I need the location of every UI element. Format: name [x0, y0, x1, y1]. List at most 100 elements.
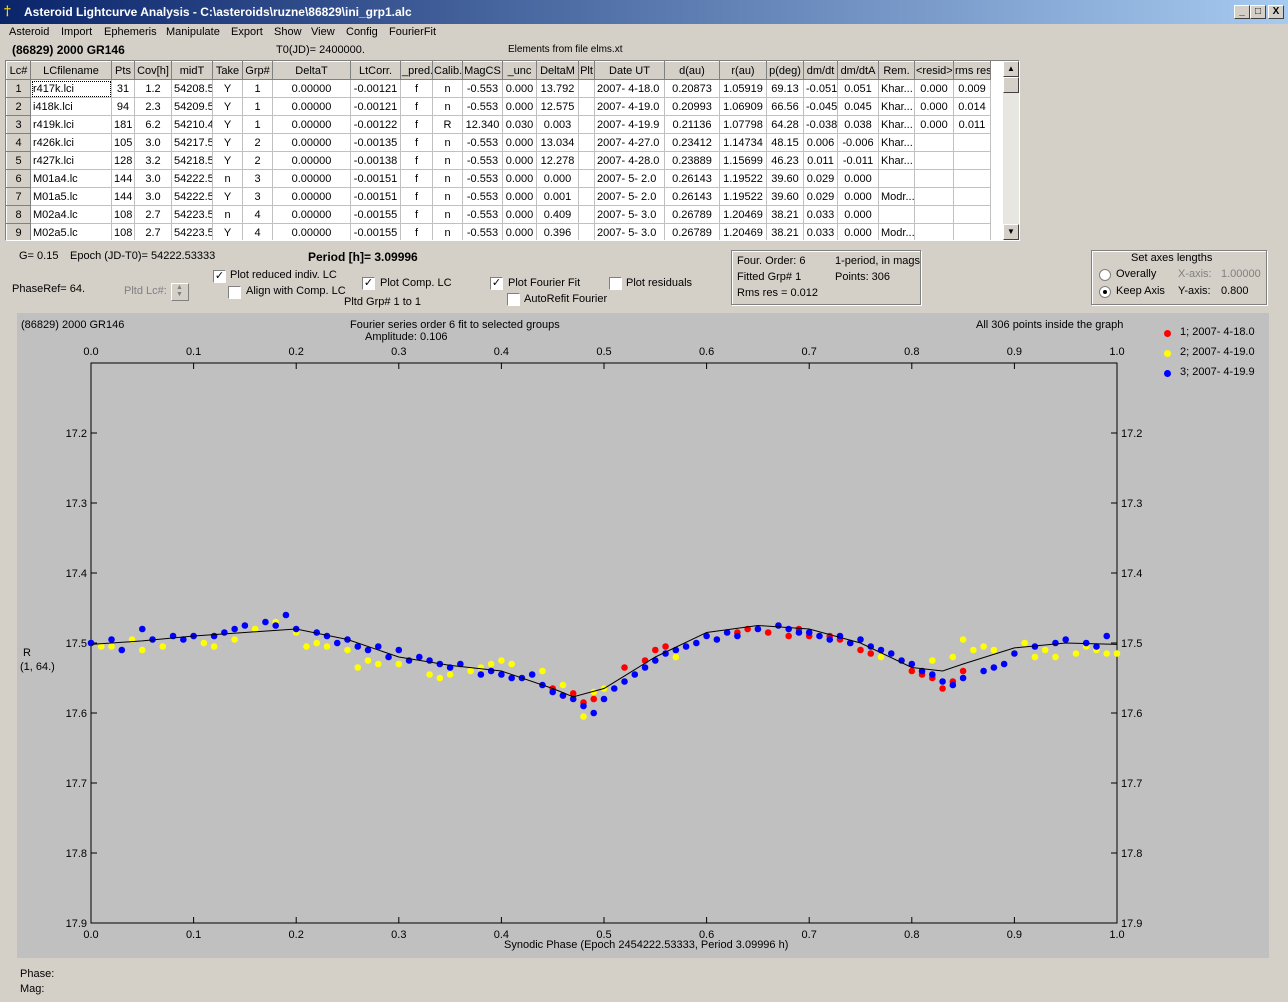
table-cell: 54222.5	[171, 187, 213, 206]
table-cell: 3.0	[134, 133, 172, 152]
plot-reduced-label: Plot reduced indiv. LC	[230, 269, 337, 281]
table-cell	[914, 205, 954, 224]
column-header[interactable]: Pts	[111, 61, 135, 80]
row-number[interactable]: 7	[6, 187, 31, 206]
overally-radio[interactable]	[1099, 269, 1111, 281]
table-row[interactable]: 7 M01a5.lc 144 3.0 54222.5 Y 3 0.00000 -0.00151 f…	[6, 187, 991, 206]
table-cell: 2.7	[134, 223, 172, 240]
table-cell: 0.030	[502, 115, 537, 134]
plot-residuals-checkbox[interactable]	[609, 277, 622, 290]
table-scrollbar[interactable]: ▲ ▼	[1003, 61, 1019, 240]
table-cell: 0.396	[536, 223, 579, 240]
scroll-up-icon[interactable]: ▲	[1003, 61, 1019, 77]
row-number[interactable]: 8	[6, 205, 31, 224]
close-button[interactable]: X	[1268, 5, 1284, 19]
column-header[interactable]: p(deg)	[766, 61, 804, 80]
column-header[interactable]: Lc#	[6, 61, 31, 80]
minimize-button[interactable]: _	[1234, 5, 1250, 19]
column-header[interactable]: Take	[212, 61, 243, 80]
table-row[interactable]: 3 r419k.lci 181 6.2 54210.4 Y 1 0.00000 -0.00122…	[6, 115, 991, 134]
column-header[interactable]: DeltaM	[536, 61, 579, 80]
table-row[interactable]: 1 r417k.lci 31 1.2 54208.5 Y 1 0.00000 -0.00121 f…	[6, 79, 991, 98]
column-header[interactable]: _pred.	[400, 61, 433, 80]
column-header[interactable]: dm/dtA	[837, 61, 879, 80]
table-cell: 0.001	[536, 187, 579, 206]
pltd-lc-spinner[interactable]: ▲ ▼	[171, 283, 189, 301]
column-header[interactable]: dm/dt	[803, 61, 838, 80]
table-row[interactable]: 8 M02a4.lc 108 2.7 54223.5 n 4 0.00000 -0.00155 f…	[6, 205, 991, 224]
plot-comp-checkbox[interactable]: ✓	[362, 277, 375, 290]
t0-label: T0(JD)= 2400000.	[276, 44, 365, 56]
column-header[interactable]: d(au)	[664, 61, 720, 80]
table-cell: 38.21	[766, 205, 804, 224]
table-cell: n	[212, 205, 243, 224]
data-point	[539, 667, 546, 675]
menu-manipulate[interactable]: Manipulate	[166, 26, 220, 38]
column-header[interactable]: r(au)	[719, 61, 767, 80]
y-tick-label: 17.8	[66, 848, 87, 860]
row-number[interactable]: 2	[6, 97, 31, 116]
table-cell: Y	[212, 151, 243, 170]
table-row[interactable]: 9 M02a5.lc 108 2.7 54223.5 Y 4 0.00000 -0.00155 f…	[6, 223, 991, 240]
data-point	[990, 664, 998, 671]
autorefit-checkbox[interactable]	[507, 293, 520, 306]
table-cell: 0.000	[914, 79, 954, 98]
row-number[interactable]: 4	[6, 133, 31, 152]
menu-import[interactable]: Import	[61, 26, 92, 38]
column-header[interactable]: Grp#	[242, 61, 273, 80]
restore-button[interactable]: □	[1250, 5, 1266, 19]
column-header[interactable]: _unc	[502, 61, 537, 80]
scroll-down-icon[interactable]: ▼	[1003, 224, 1019, 240]
column-header[interactable]: <resid>	[914, 61, 954, 80]
menu-config[interactable]: Config	[346, 26, 378, 38]
table-cell: 54209.5	[171, 97, 213, 116]
plot-residuals-label: Plot residuals	[626, 277, 693, 289]
title-bar[interactable]: † Asteroid Lightcurve Analysis - C:\aste…	[0, 0, 1288, 24]
table-cell: r419k.lci	[30, 115, 112, 134]
spin-up-icon[interactable]: ▲	[176, 284, 183, 291]
menu-show[interactable]: Show	[274, 26, 302, 38]
column-header[interactable]: Date UT	[594, 61, 665, 80]
column-header[interactable]: Plt	[578, 61, 595, 80]
lightcurve-plot[interactable]: 0.0 0.0 0.1 0.1 0.2 0.2 0.3 0.3 0.4 0.4 0.5 0.5 0.6 0…	[17, 313, 1269, 958]
plot-reduced-checkbox[interactable]: ✓	[213, 270, 226, 283]
table-cell	[878, 205, 915, 224]
column-header[interactable]: LCfilename	[30, 61, 112, 80]
menu-asteroid[interactable]: Asteroid	[9, 26, 49, 38]
align-comp-checkbox[interactable]	[228, 286, 241, 299]
y-axis-value[interactable]: 0.800	[1221, 285, 1249, 297]
table-cell: 0.011	[953, 115, 991, 134]
table-row[interactable]: 5 r427k.lci 128 3.2 54218.5 Y 2 0.00000 -0.00138…	[6, 151, 991, 170]
column-header[interactable]: Calib.	[432, 61, 463, 80]
menu-fourierfit[interactable]: FourierFit	[389, 26, 436, 38]
menu-view[interactable]: View	[311, 26, 335, 38]
menu-ephemeris[interactable]: Ephemeris	[104, 26, 157, 38]
menu-export[interactable]: Export	[231, 26, 263, 38]
scroll-thumb[interactable]	[1003, 77, 1019, 93]
column-header[interactable]: Cov[h]	[134, 61, 172, 80]
column-header[interactable]: DeltaT	[272, 61, 351, 80]
row-number[interactable]: 5	[6, 151, 31, 170]
lightcurve-table[interactable]: Lc# LCfilename Pts Cov[h] midT Take Grp# DeltaT…	[5, 60, 1020, 241]
spin-down-icon[interactable]: ▼	[176, 291, 183, 298]
column-header[interactable]: rms res	[953, 61, 991, 80]
column-header[interactable]: Rem.	[878, 61, 915, 80]
keep-axis-radio[interactable]	[1099, 286, 1111, 298]
plot-fourier-checkbox[interactable]: ✓	[490, 277, 503, 290]
column-header[interactable]: midT	[171, 61, 213, 80]
row-number[interactable]: 3	[6, 115, 31, 134]
table-row[interactable]: 6 M01a4.lc 144 3.0 54222.5 n 3 0.00000 -0.00151 f…	[6, 169, 991, 188]
table-row[interactable]: 4 r426k.lci 105 3.0 54217.5 Y 2 0.00000 -0.00135…	[6, 133, 991, 152]
row-number[interactable]: 1	[6, 79, 31, 98]
row-number[interactable]: 9	[6, 223, 31, 240]
table-cell	[878, 169, 915, 188]
table-cell: 54223.5	[171, 223, 213, 240]
data-point	[682, 643, 690, 650]
table-cell: n	[432, 205, 463, 224]
row-number[interactable]: 6	[6, 169, 31, 188]
column-header[interactable]: MagCS	[462, 61, 503, 80]
epoch-value: Epoch (JD-T0)= 54222.53333	[70, 250, 216, 262]
table-row[interactable]: 2 i418k.lci 94 2.3 54209.5 Y 1 0.00000 -0.00121 f…	[6, 97, 991, 116]
plot-canvas[interactable]: 0.00.00.10.10.20.20.30.30.40.40.50.50.60…	[17, 313, 1269, 958]
column-header[interactable]: LtCorr.	[350, 61, 401, 80]
